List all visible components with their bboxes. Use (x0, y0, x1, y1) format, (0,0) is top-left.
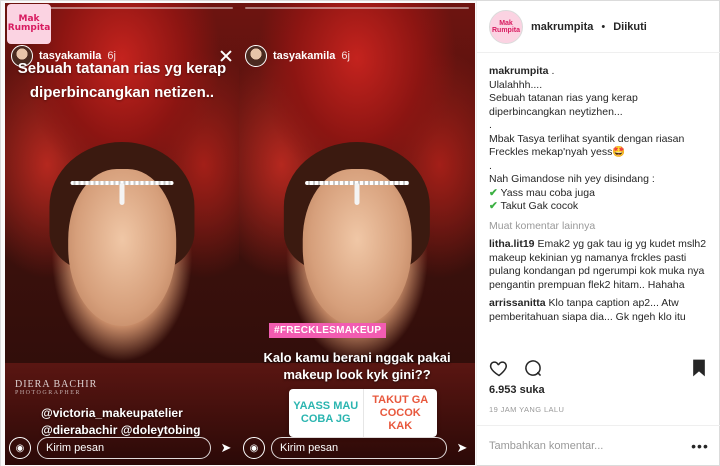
post-timestamp: 19 JAM YANG LALU (489, 405, 565, 414)
comment: litha.lit19 Emak2 yg gak tau ig yg kudet… (489, 238, 709, 292)
likes-count[interactable]: 6.953 suka (489, 384, 545, 396)
action-bar (489, 357, 709, 379)
comment-username[interactable]: litha.lit19 (489, 238, 535, 250)
more-options-icon[interactable]: ••• (691, 438, 709, 454)
send-icon[interactable]: ➤ (217, 440, 235, 456)
story-reply-bar: ◉ Kirim pesan ➤ (243, 435, 471, 461)
story-mentions: @victoria_makeupatelier @dierabachir @do… (41, 405, 235, 439)
option-line: ✔ Yass mau coba juga (489, 186, 595, 199)
check-icon: ✔ (489, 200, 498, 212)
reply-input[interactable]: Kirim pesan (271, 437, 447, 459)
comment-username[interactable]: arrissanitta (489, 297, 546, 309)
story-caption: Kalo kamu berani nggak pakai makeup look… (263, 350, 451, 382)
avatar[interactable] (245, 45, 267, 67)
camera-icon[interactable]: ◉ (9, 437, 31, 459)
option-line: ✔ Takut Gak cocok (489, 200, 579, 212)
brand-logo-text: Mak Rumpita (7, 14, 51, 33)
instagram-post: tasyakamila 6j Sebuah tatanan rias yg ke… (0, 0, 720, 466)
story-username[interactable]: tasyakamila (273, 50, 335, 62)
caption-line: Ulalahhh.... (489, 78, 543, 91)
follow-status-button[interactable]: Diikuti (613, 21, 647, 33)
post-username[interactable]: makrumpita (531, 21, 593, 33)
send-icon[interactable]: ➤ (453, 440, 471, 456)
comment-input[interactable]: Tambahkan komentar... (489, 440, 691, 452)
story-caption: Sebuah tatanan rias yg kerap diperbincan… (17, 60, 227, 101)
poll-option-no[interactable]: TAKUT GA COCOK KAK (364, 389, 438, 437)
bookmark-icon[interactable] (689, 358, 709, 378)
post-side-panel: Mak Rumpita makrumpita • Diikuti makrumpi… (476, 1, 720, 466)
poll-sticker: YAASS MAU COBA JG TAKUT GA COCOK KAK (289, 389, 437, 437)
add-comment-bar: Tambahkan komentar... ••• (477, 425, 720, 465)
check-icon: ✔ (489, 186, 498, 199)
caption-owner: makrumpita . (489, 65, 555, 77)
story-screenshot-2: tasyakamila 6j #FRECKLESMAKEUP Kalo kamu… (239, 3, 475, 465)
caption-line: . (489, 119, 492, 131)
story-progress-bar (245, 7, 469, 9)
hashtag-sticker[interactable]: #FRECKLESMAKEUP (269, 323, 387, 338)
story-header: tasyakamila 6j (245, 45, 469, 67)
caption-line: Mbak Tasya terlihat syantik dengan riasa… (489, 132, 685, 159)
heart-icon[interactable] (489, 358, 509, 378)
poll-option-yes[interactable]: YAASS MAU COBA JG (289, 389, 364, 437)
load-more-comments-link[interactable]: Muat komentar lainnya (489, 220, 709, 234)
photographer-watermark: DIERA BACHIR PHOTOGRAPHER (15, 379, 98, 396)
story-time: 6j (341, 50, 350, 62)
camera-icon[interactable]: ◉ (243, 437, 265, 459)
avatar[interactable]: Mak Rumpita (489, 9, 523, 44)
post-header: Mak Rumpita makrumpita • Diikuti (477, 1, 720, 53)
mention-line[interactable]: @victoria_makeupatelier (41, 405, 235, 422)
comment-icon[interactable] (523, 358, 543, 378)
comment: arrissanitta Klo tanpa caption ap2... At… (489, 297, 709, 324)
post-media[interactable]: tasyakamila 6j Sebuah tatanan rias yg ke… (1, 1, 476, 466)
story-screenshot-1: tasyakamila 6j Sebuah tatanan rias yg ke… (5, 3, 239, 465)
caption-username[interactable]: makrumpita (489, 65, 549, 77)
separator: • (601, 20, 606, 33)
caption-and-comments: makrumpita . Ulalahhh.... Sebuah tatanan… (489, 65, 709, 347)
brand-logo: Mak Rumpita (7, 4, 51, 44)
caption-line: Nah Gimandose nih yey disindang : (489, 173, 655, 185)
story-reply-bar: ◉ Kirim pesan ➤ (9, 435, 235, 461)
caption-line: . (489, 159, 492, 172)
caption-line: Sebuah tatanan rias yang kerap diperbinc… (489, 92, 638, 118)
reply-input[interactable]: Kirim pesan (37, 437, 211, 459)
